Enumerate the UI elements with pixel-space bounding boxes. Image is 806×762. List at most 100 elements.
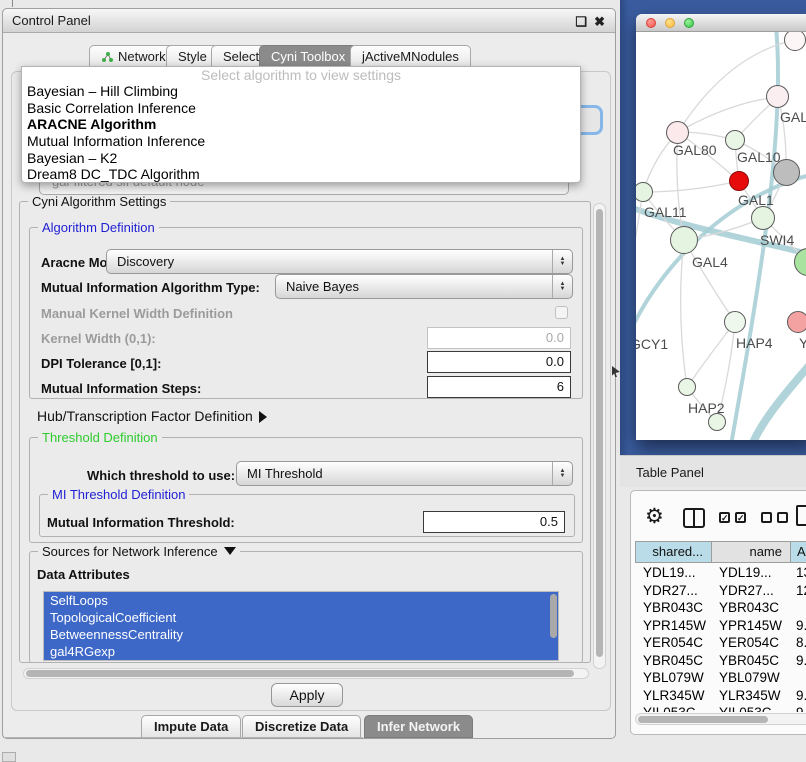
unchecked-checkbox-icon[interactable] [761,512,772,523]
settings-hscrollbar-thumb[interactable] [26,670,574,677]
tab-cyni-toolbox[interactable]: Cyni Toolbox [259,45,357,68]
table-cell[interactable]: YPR145W [719,617,789,635]
group-title: MI Threshold Definition [48,487,189,502]
node-hap4[interactable] [724,311,746,333]
network-window-titlebar[interactable] [636,14,806,32]
float-window-icon[interactable]: ❑ [575,14,587,30]
table-cell[interactable]: YDL19... [643,564,711,582]
table-cell[interactable]: YLR345W [719,687,789,705]
list-item[interactable]: BetweennessCentrality [44,626,558,643]
dropdown-item[interactable]: Bayesian – Hill Climbing [22,83,580,100]
table-cell[interactable]: YDL19... [719,564,789,582]
node-label-gal11: GAL11 [644,204,687,220]
list-item[interactable]: gal4RGexp [44,643,558,660]
table-cell[interactable]: YDR27... [719,582,789,600]
sources-title[interactable]: Sources for Network Inference [38,544,240,559]
table-cell-partial[interactable]: YIL053C [719,704,789,712]
tab-network[interactable]: Network [89,45,178,68]
node-gal80[interactable] [666,121,689,144]
split-columns-icon[interactable] [683,508,705,528]
node-gal4[interactable] [670,226,698,254]
table-cell[interactable]: YBR045C [719,652,789,670]
list-item[interactable]: SelfLoops [44,592,558,609]
zoom-traffic-icon[interactable] [684,18,694,28]
dpi-tolerance-label: DPI Tolerance [0,1]: [41,356,161,371]
mi-threshold-label: Mutual Information Threshold: [47,515,235,530]
tab-baseline [3,737,363,738]
mi-steps-field[interactable]: 6 [427,376,571,398]
dropdown-item-selected[interactable]: ARACNE Algorithm [22,116,580,133]
unchecked-checkbox-icon[interactable] [777,512,788,523]
node-salmon[interactable] [787,311,806,333]
aracne-mode-combo[interactable]: Discovery ▲▼ [106,249,573,274]
close-icon[interactable]: ✖ [594,14,605,30]
node-gal[interactable] [766,85,789,108]
table-cell[interactable]: 9. [796,652,806,670]
node-red-selected[interactable] [729,171,749,191]
network-canvas[interactable]: GAL80 GAL10 GAL1 GAL11 SWI4 GAL4 GCY1 HA… [636,32,806,440]
settings-vscrollbar[interactable] [593,203,606,669]
tab-jactivemnodules[interactable]: jActiveMNodules [350,45,471,68]
list-scrollbar-thumb[interactable] [550,594,557,638]
table-hscrollbar[interactable] [635,713,806,725]
table-cell[interactable]: 9. [796,687,806,705]
expanded-arrow-icon [224,547,236,555]
kernel-width-field[interactable]: 0.0 [427,327,571,349]
manual-kernel-label: Manual Kernel Width Definition [41,306,233,321]
checked-checkbox-icon[interactable]: ✓ [719,512,730,523]
hub-section-toggle[interactable]: Hub/Transcription Factor Definition [37,408,267,424]
page-icon[interactable] [796,505,806,526]
table-cell[interactable]: YPR145W [643,617,711,635]
dropdown-item[interactable]: Basic Correlation Inference [22,100,580,117]
table-cell[interactable]: YER054C [643,634,711,652]
table-cell[interactable]: YBL079W [719,669,789,687]
table-cell[interactable]: YDR27... [643,582,711,600]
tab-infer-network[interactable]: Infer Network [364,715,473,738]
control-panel-titlebar[interactable]: Control Panel ❑ ✖ [3,9,615,33]
node-hap2[interactable] [678,378,696,396]
dpi-tolerance-field[interactable]: 0.0 [427,351,571,373]
node-gal10[interactable] [725,130,745,150]
tab-impute-data[interactable]: Impute Data [141,715,241,738]
table-cell[interactable]: YBR043C [719,599,789,617]
node-label-swi4: SWI4 [760,232,794,248]
minimize-traffic-icon[interactable] [665,18,675,28]
checked-checkbox-icon[interactable]: ✓ [735,512,746,523]
dropdown-item[interactable]: Dream8 DC_TDC Algorithm [22,166,580,183]
dropdown-item[interactable]: Bayesian – K2 [22,150,580,167]
table-cell[interactable]: YBR045C [643,652,711,670]
table-cell-partial[interactable]: 9. [796,704,806,712]
tab-discretize-data[interactable]: Discretize Data [242,715,361,738]
settings-vscrollbar-thumb[interactable] [596,209,603,657]
table-hscrollbar-thumb[interactable] [638,716,768,723]
settings-hscrollbar[interactable] [23,668,589,679]
table-cell[interactable]: 12 [796,582,806,600]
column-header-shared[interactable]: shared... [635,541,712,563]
data-attributes-list[interactable]: SelfLoops TopologicalCoefficient Between… [43,591,559,661]
close-traffic-icon[interactable] [646,18,656,28]
which-threshold-combo[interactable]: MI Threshold ▲▼ [236,461,573,486]
node-gal1[interactable] [751,206,775,230]
list-item[interactable]: TopologicalCoefficient [44,609,558,626]
stepper-arrows-icon: ▲▼ [552,275,572,298]
apply-button[interactable]: Apply [271,683,343,707]
column-header-name[interactable]: name [711,541,791,563]
table-cell[interactable]: YER054C [719,634,789,652]
table-panel-bar: Table Panel [620,455,806,487]
column-header-cut[interactable]: A [790,541,806,563]
table-cell[interactable]: 8. [796,634,806,652]
manual-kernel-checkbox[interactable] [555,306,568,319]
table-cell[interactable]: 9. [796,617,806,635]
mi-type-combo[interactable]: Naive Bayes ▲▼ [275,274,573,299]
mi-threshold-field[interactable]: 0.5 [423,511,565,533]
dropdown-item[interactable]: Mutual Information Inference [22,133,580,150]
table-cell[interactable]: YBL079W [643,669,711,687]
gear-icon[interactable]: ⚙ [645,504,664,529]
table-cell[interactable]: YLR345W [643,687,711,705]
table-panel-title: Table Panel [636,465,704,480]
table-cell[interactable]: YBR043C [643,599,711,617]
node-label-gal1: GAL1 [738,192,774,208]
panel-title: Control Panel [12,13,91,28]
table-cell[interactable]: 13 [796,564,806,582]
table-cell-partial[interactable]: YIL053C [643,704,711,712]
